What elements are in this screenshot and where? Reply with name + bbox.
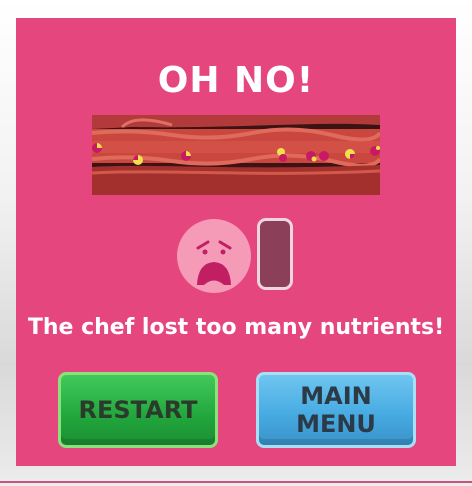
bottom-divider	[0, 481, 472, 483]
restart-button-label: RESTART	[78, 396, 198, 424]
game-over-title: OH NO!	[157, 60, 315, 101]
game-over-panel: OH NO! The chef lost too many nutrients!…	[16, 18, 456, 466]
main-menu-button[interactable]: MAIN MENU	[256, 372, 416, 448]
game-over-message: The chef lost too many nutrients!	[27, 315, 445, 340]
nutrient-meter	[257, 218, 293, 290]
sad-face-icon	[176, 218, 256, 294]
main-menu-button-label: MAIN MENU	[296, 382, 376, 438]
restart-button[interactable]: RESTART	[58, 372, 218, 448]
intestine-illustration	[92, 115, 380, 195]
